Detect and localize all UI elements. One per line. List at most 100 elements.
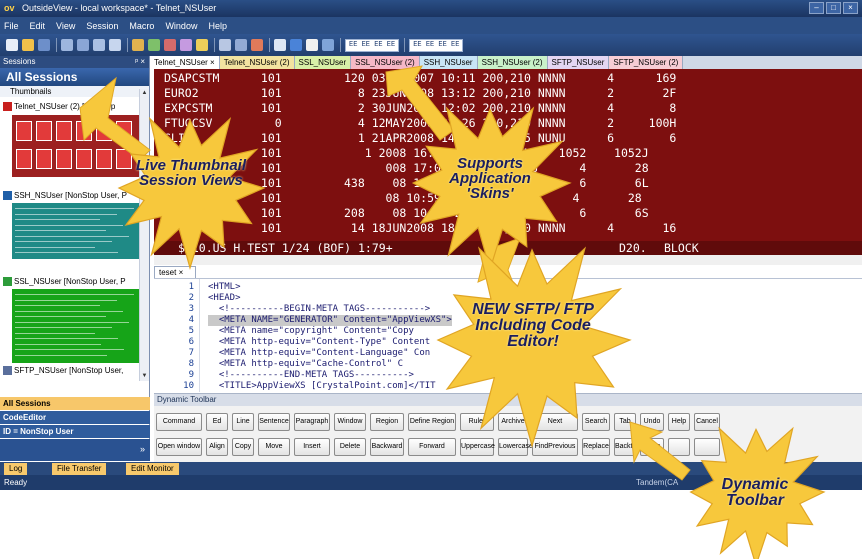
session-thumbnail[interactable]	[12, 289, 140, 363]
new-icon[interactable]	[6, 39, 18, 51]
nav-code-editor[interactable]: CodeEditor	[0, 411, 150, 424]
dynamic-toolbar-button[interactable]: Forward	[408, 438, 456, 456]
disconnect-icon[interactable]	[164, 39, 176, 51]
transfer-icon[interactable]	[219, 39, 231, 51]
session-thumbnail[interactable]	[12, 203, 140, 259]
sessions-scrollbar[interactable]: ▲ ▼	[139, 89, 149, 381]
dynamic-toolbar-button[interactable]: Define Region	[408, 413, 456, 431]
tab-ssl-nsuser[interactable]: SSL_NSUser	[294, 56, 352, 69]
dynamic-toolbar-button[interactable]: Archive	[498, 413, 528, 431]
dynamic-toolbar-button[interactable]: Copy	[232, 438, 254, 456]
dynamic-toolbar-button[interactable]: Command	[156, 413, 202, 431]
dynamic-toolbar-button[interactable]: Ruler	[460, 413, 494, 431]
window-icon[interactable]	[274, 39, 286, 51]
tab-log[interactable]: Log	[4, 463, 28, 475]
minimize-icon[interactable]: –	[809, 2, 824, 14]
dynamic-toolbar-button[interactable]: Region	[370, 413, 404, 431]
print-icon[interactable]	[61, 39, 73, 51]
dynamic-toolbar-button[interactable]: Insert	[294, 438, 330, 456]
thumbnail-text-line	[15, 349, 124, 350]
open-icon[interactable]	[22, 39, 34, 51]
tab-sftp-nsuser[interactable]: SFTP_NSUser	[547, 56, 610, 69]
macro-icon[interactable]	[180, 39, 192, 51]
dynamic-toolbar-title: Dynamic Toolbar	[154, 394, 862, 406]
session-item[interactable]: SSL_NSUser [NonStop User, P	[0, 275, 140, 288]
dynamic-toolbar-button[interactable]: FindPrevious	[532, 438, 578, 456]
dynamic-toolbar-button[interactable]: Paragraph	[294, 413, 330, 431]
dynamic-toolbar-button[interactable]: Next	[532, 413, 578, 431]
editor-tab-close-icon[interactable]: ×	[179, 268, 184, 277]
tab-ssl-nsuser-2[interactable]: SSL_NSUser (2)	[351, 56, 420, 69]
thumbnail-tile	[56, 149, 72, 169]
callout-sftp-label: NEW SFTP/ FTP Including Code Editor!	[472, 301, 594, 350]
dynamic-toolbar-button[interactable]: Window	[334, 413, 366, 431]
copy-icon[interactable]	[93, 39, 105, 51]
tab-file-transfer[interactable]: File Transfer	[52, 463, 107, 475]
dynamic-toolbar-button[interactable]: Backtab	[614, 438, 640, 456]
menu-help[interactable]: Help	[208, 21, 227, 31]
connect-icon[interactable]	[132, 39, 144, 51]
cut-icon[interactable]	[77, 39, 89, 51]
dynamic-toolbar-button[interactable]	[694, 438, 720, 456]
dynamic-toolbar-button[interactable]: Replace	[582, 438, 610, 456]
maximize-icon[interactable]: □	[826, 2, 841, 14]
dynamic-toolbar-button[interactable]	[668, 438, 690, 456]
save-icon[interactable]	[38, 39, 50, 51]
dynamic-toolbar-button[interactable]: Lowercase	[498, 438, 533, 456]
session-item[interactable]: SFTP_NSUser [NonStop User,	[0, 364, 140, 377]
dynamic-toolbar-button[interactable]: Search	[582, 413, 610, 431]
scroll-up-icon[interactable]: ▲	[140, 89, 149, 98]
dynamic-toolbar-button[interactable]: Undo	[640, 413, 664, 431]
menu-session[interactable]: Session	[86, 21, 118, 31]
dynamic-toolbar-button[interactable]: Ed	[206, 413, 228, 431]
dynamic-toolbar-button[interactable]: Open window	[156, 438, 202, 456]
nav-id-filter[interactable]: ID = NonStop User	[0, 425, 150, 438]
paste-icon[interactable]	[109, 39, 121, 51]
tab-sftp-nsuser-2[interactable]: SFTP_NSUser (2)	[609, 56, 684, 69]
tab-edit-monitor[interactable]: Edit Monitor	[126, 463, 179, 475]
menu-file[interactable]: File	[4, 21, 19, 31]
session-thumbnail[interactable]	[12, 115, 140, 177]
tab-close-icon[interactable]: ×	[210, 58, 215, 67]
menu-view[interactable]: View	[56, 21, 75, 31]
dynamic-toolbar-button[interactable]: Tab	[614, 413, 636, 431]
chevron-right-icon[interactable]: »	[140, 444, 145, 454]
help-icon[interactable]	[290, 39, 302, 51]
session-item-label: SSL_NSUser [NonStop User, P	[14, 277, 126, 286]
dynamic-toolbar-button[interactable]: Line	[232, 413, 254, 431]
dynamic-toolbar-button[interactable]: Redo	[640, 438, 664, 456]
line-number: 8	[188, 359, 194, 369]
toolbar-keys-1[interactable]: EE EE EE EE	[345, 38, 400, 52]
session-item[interactable]: Telnet_NSUser (2) [NonStop	[0, 100, 140, 113]
tools-icon[interactable]	[251, 39, 263, 51]
dynamic-toolbar-button[interactable]: Help	[668, 413, 690, 431]
toolbar-keys-2[interactable]: EE EE EE EE	[409, 38, 464, 52]
session-icon[interactable]	[148, 39, 160, 51]
dynamic-toolbar-button[interactable]: Align	[206, 438, 228, 456]
menu-edit[interactable]: Edit	[30, 21, 46, 31]
sessions-close-icon[interactable]: ᵖ ×	[135, 56, 145, 68]
tab-telnet-nsuser-2[interactable]: Telnet_NSUser (2)	[219, 56, 295, 69]
settings-icon[interactable]	[235, 39, 247, 51]
tab-ssh-nsuser-2[interactable]: SSH_NSUser (2)	[477, 56, 548, 69]
tab-telnet-nsuser[interactable]: Telnet_NSUser ×	[150, 56, 220, 69]
keyboard-icon[interactable]	[322, 39, 334, 51]
record-icon[interactable]	[196, 39, 208, 51]
menu-macro[interactable]: Macro	[129, 21, 154, 31]
tab-ssh-nsuser[interactable]: SSH_NSUser	[419, 56, 478, 69]
dynamic-toolbar-button[interactable]: Uppercase	[460, 438, 495, 456]
dynamic-toolbar-button[interactable]: Cancel	[694, 413, 720, 431]
nav-all-sessions[interactable]: All Sessions	[0, 397, 150, 410]
menu-window[interactable]: Window	[165, 21, 197, 31]
dynamic-toolbar-button[interactable]: Sentence	[258, 413, 290, 431]
dynamic-toolbar-button[interactable]: Move	[258, 438, 290, 456]
scroll-down-icon[interactable]: ▼	[140, 372, 149, 381]
dynamic-toolbar-button[interactable]: Backward	[370, 438, 404, 456]
editor-tab[interactable]: teset ×	[154, 266, 196, 278]
session-item[interactable]: SSH_NSUser [NonStop User, P	[0, 189, 140, 202]
thumbnails-view-selector[interactable]: Thumbnails	[0, 86, 149, 97]
document-icon[interactable]	[306, 39, 318, 51]
close-icon[interactable]: ×	[843, 2, 858, 14]
pane-divider[interactable]	[154, 255, 862, 265]
dynamic-toolbar-button[interactable]: Delete	[334, 438, 366, 456]
